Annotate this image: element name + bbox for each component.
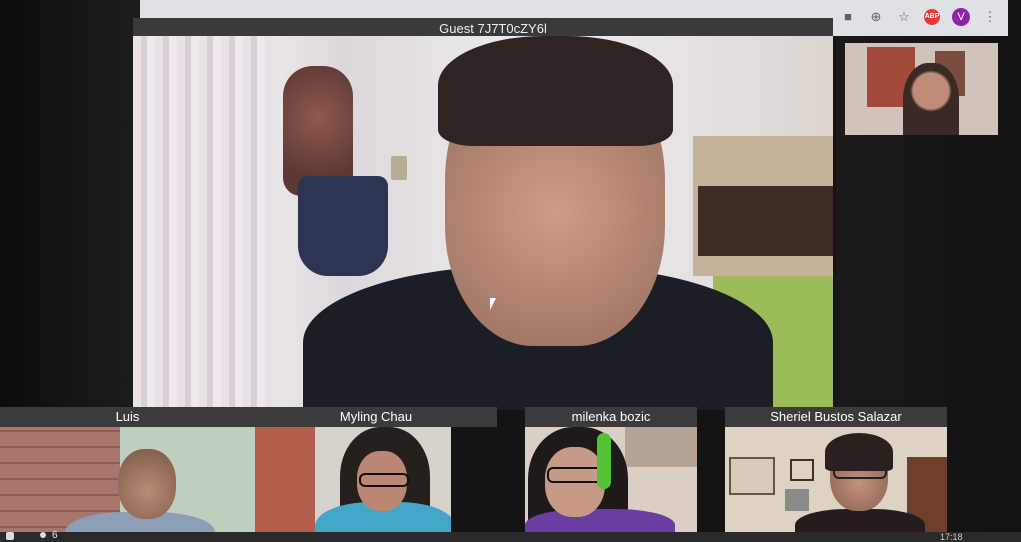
picture-frame	[729, 457, 775, 495]
participant-face	[118, 449, 176, 519]
picture-frame	[785, 489, 809, 511]
window	[625, 427, 697, 467]
main-speaker-name: Guest 7J7T0cZY6l	[439, 21, 547, 36]
thumbnail-label: milenka bozic	[525, 407, 697, 427]
participant-count: 6	[52, 530, 58, 541]
thumbnail-label: Sheriel Bustos Salazar	[725, 407, 947, 427]
browser-toolbar-icons: ■ ⊕ ☆ ABP V ⋮	[840, 8, 998, 26]
glasses-icon	[833, 463, 887, 479]
glasses-icon	[359, 473, 409, 487]
self-participant	[903, 63, 959, 135]
participants-icon[interactable]	[40, 532, 46, 538]
participant-thumbnail[interactable]	[255, 427, 451, 542]
menu-icon[interactable]: ⋮	[982, 9, 998, 25]
star-icon[interactable]: ☆	[896, 9, 912, 25]
self-view-video[interactable]	[845, 43, 998, 135]
mouse-cursor-icon	[490, 298, 496, 310]
profile-avatar[interactable]: V	[952, 8, 970, 26]
clock: 17:18	[940, 532, 963, 542]
thumbnail-background	[255, 427, 315, 542]
abp-icon[interactable]: ABP	[924, 9, 940, 25]
bag	[298, 176, 388, 276]
picture-frame	[790, 459, 814, 481]
bottom-status-bar	[0, 532, 1021, 542]
zoom-icon[interactable]: ⊕	[868, 9, 884, 25]
headset-icon	[597, 433, 611, 489]
speaker-hair	[438, 36, 673, 146]
thumbnail-label: Myling Chau	[255, 407, 497, 427]
thumbnail-label: Luis	[0, 407, 255, 427]
dresser	[698, 186, 833, 256]
main-speaker-video[interactable]	[133, 36, 833, 410]
participant-thumbnail[interactable]	[525, 427, 697, 542]
curtain	[133, 36, 273, 410]
participant-thumbnail[interactable]	[725, 427, 947, 542]
participant-thumbnail[interactable]	[0, 427, 255, 542]
wall-outlet	[391, 156, 407, 180]
lock-icon[interactable]	[6, 532, 14, 540]
